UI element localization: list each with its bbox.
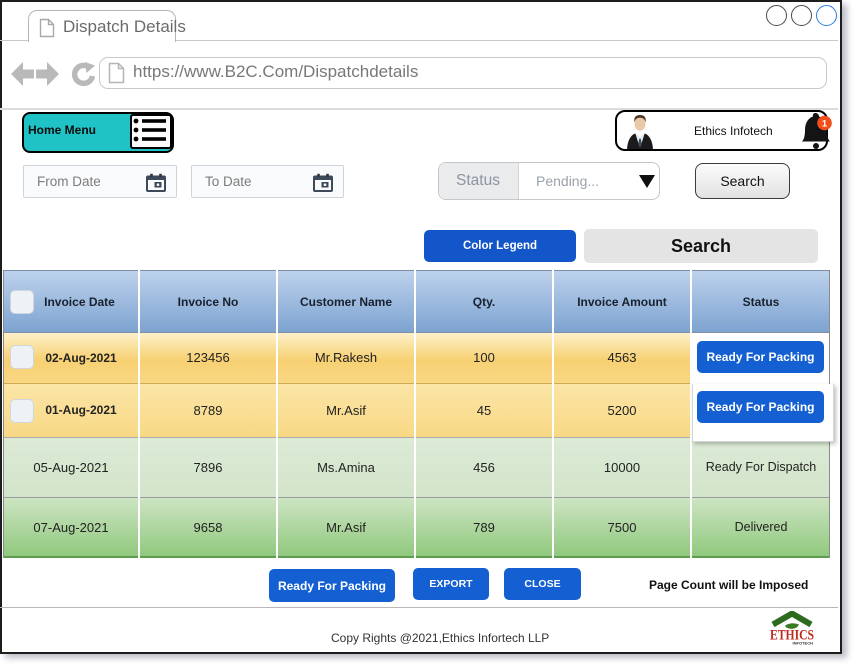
svg-text:INFOTECH: INFOTECH: [793, 641, 814, 646]
svg-text:1: 1: [822, 119, 828, 130]
